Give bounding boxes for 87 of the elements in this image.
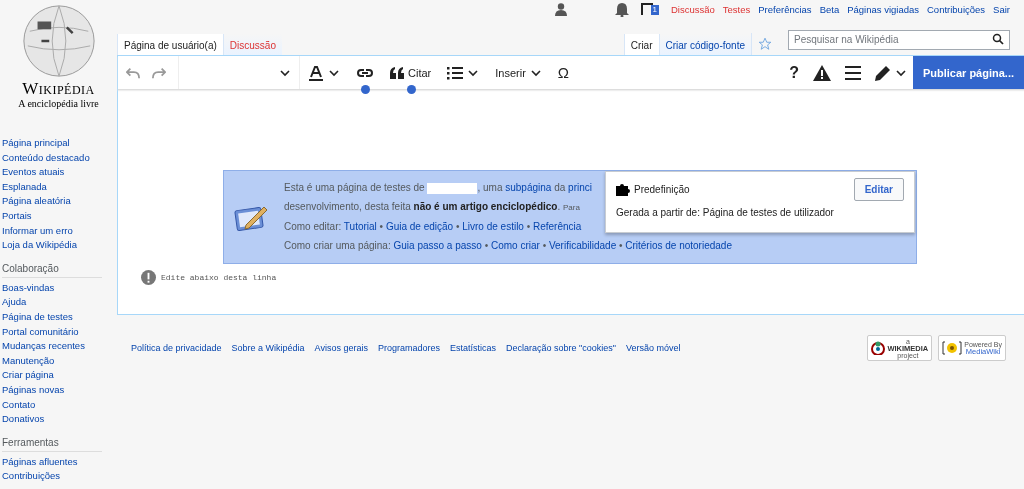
sidebar-link[interactable]: Páginas novas <box>2 382 117 398</box>
publish-button[interactable]: Publicar página... <box>912 56 1024 89</box>
personal-link[interactable]: Sair <box>993 3 1010 15</box>
insert-button[interactable]: Inserir <box>487 66 550 79</box>
notice-link[interactable]: Livro de estilo <box>462 221 524 232</box>
tagline: A enciclopédia livre <box>18 98 99 109</box>
view-tab[interactable]: Criar <box>623 34 659 55</box>
notice-link[interactable]: Guia passo a passo <box>393 240 482 251</box>
edit-hint-text: Edite abaixo desta linha <box>161 273 277 282</box>
notice-link[interactable]: princi <box>568 182 592 193</box>
redo-icon[interactable] <box>152 65 166 80</box>
sidebar-link[interactable]: Criar página <box>2 368 117 383</box>
edit-button[interactable]: Editar <box>853 178 904 201</box>
notice-link[interactable]: subpágina <box>505 182 552 193</box>
notice-link[interactable]: Verificabilidade <box>548 240 617 251</box>
warning-icon[interactable] <box>812 64 831 81</box>
sidebar-heading: Ferramentas <box>2 436 102 452</box>
notice-text: Esta é uma página de testes de , uma subpágina da princi <box>284 182 592 194</box>
sidebar-link[interactable]: Ajuda <box>2 295 117 310</box>
sidebar-heading: Colaboração <box>2 262 102 278</box>
footer-link[interactable]: Política de privacidade <box>131 343 222 353</box>
edit-mode-button[interactable] <box>874 64 907 81</box>
page-tab[interactable]: Discussão <box>222 34 282 55</box>
personal-link[interactable]: Preferências <box>758 3 812 15</box>
sidebar-link[interactable]: Páginas afluentes <box>2 454 117 470</box>
sidebar-link[interactable]: Manutenção <box>2 353 117 369</box>
sidebar-link[interactable]: Loja da Wikipédia <box>2 238 117 253</box>
sidebar-link[interactable]: Portal comunitário <box>2 324 117 340</box>
link-icon[interactable] <box>356 66 374 79</box>
search-field[interactable]: Pesquisar na Wikipédia <box>788 29 1010 50</box>
notice-link[interactable]: Guia de edição <box>385 221 454 232</box>
wikimedia-logo-icon <box>871 341 886 355</box>
personal-link[interactable]: Beta <box>819 3 840 15</box>
indicator-dot <box>361 85 370 94</box>
notice-text: Como criar uma página: Guia passo a passo • Como criar • Verificabilidade • Critérios de notoriedade <box>284 240 732 252</box>
sidebar-link[interactable]: Página de testes <box>2 309 117 325</box>
list-icon <box>447 65 464 80</box>
sidebar-link[interactable]: Portais <box>2 208 117 224</box>
personal-link[interactable]: Discussão <box>671 3 715 15</box>
personal-link[interactable]: Contribuições <box>927 3 986 15</box>
footer-link[interactable]: Versão móvel <box>625 343 681 353</box>
popup-source-text: Gerada a partir de: Página de testes de utilizador <box>616 207 835 218</box>
notification-count: 1 <box>650 5 659 15</box>
footer-link[interactable]: Sobre a Wikipédia <box>231 343 305 353</box>
sidebar-link[interactable]: Contato <box>2 397 117 413</box>
cite-button[interactable]: Citar <box>382 66 440 79</box>
sidebar-link[interactable]: Eventos atuais <box>2 165 117 180</box>
sidebar-link[interactable]: Contribuições <box>2 469 117 484</box>
sidebar-link[interactable]: Informar um erro <box>2 223 117 239</box>
personal-link[interactable]: Páginas vigiadas <box>847 3 919 15</box>
menu-icon[interactable] <box>844 65 861 80</box>
text-style-icon <box>308 64 324 81</box>
puzzle-piece-icon <box>616 183 630 196</box>
sidebar-link[interactable]: Mudanças recentes <box>2 339 117 354</box>
sidebar-link[interactable]: Donativos <box>2 412 117 427</box>
footer-link[interactable]: Estatísticas <box>450 343 496 353</box>
notice-text: Como editar: Tutorial • Guia de edição • Livro de estilo • Referência <box>284 221 582 233</box>
page-tab[interactable]: Página de usuário(a) <box>117 34 223 55</box>
sunflower-icon <box>942 341 963 355</box>
quote-icon <box>390 66 404 79</box>
blank-patch <box>427 182 478 194</box>
user-icon[interactable] <box>554 2 567 16</box>
notice-text: desenvolvimento, desta feita não é um artigo enciclopédico. Para <box>284 201 580 214</box>
footer-link[interactable]: Declaração sobre "cookies" <box>506 343 616 353</box>
sidebar-link[interactable]: Boas-vindas <box>2 280 117 296</box>
bell-icon[interactable] <box>614 1 629 17</box>
sidebar-link[interactable]: Conteúdo destacado <box>2 150 117 166</box>
wordmark: Wikipédia <box>22 80 95 98</box>
personal-link[interactable]: Testes <box>722 3 751 15</box>
popup-title: Predefinição <box>634 184 690 195</box>
exclamation-icon <box>141 270 156 285</box>
sidebar-link[interactable]: Esplanada <box>2 179 117 195</box>
search-icon[interactable] <box>992 33 1004 45</box>
pencil-icon <box>874 64 891 81</box>
notice-link[interactable]: Como criar <box>490 240 540 251</box>
footer-link[interactable]: Programadores <box>377 343 440 353</box>
view-tab[interactable]: Criar código-fonte <box>658 34 751 55</box>
sidebar-link[interactable]: Página principal <box>2 136 117 151</box>
notice-link[interactable]: Critérios de notoriedade <box>625 240 732 251</box>
indicator-dot <box>406 85 416 94</box>
sidebar-link[interactable]: Página aleatória <box>2 194 117 209</box>
help-button[interactable]: ? <box>789 63 799 82</box>
footer-link[interactable]: Avisos gerais <box>314 343 368 353</box>
notice-link[interactable]: Tutorial <box>343 221 377 232</box>
notice-link[interactable]: Referência <box>533 221 582 232</box>
undo-icon[interactable] <box>126 65 140 80</box>
special-character-button[interactable]: Ω <box>549 64 577 81</box>
